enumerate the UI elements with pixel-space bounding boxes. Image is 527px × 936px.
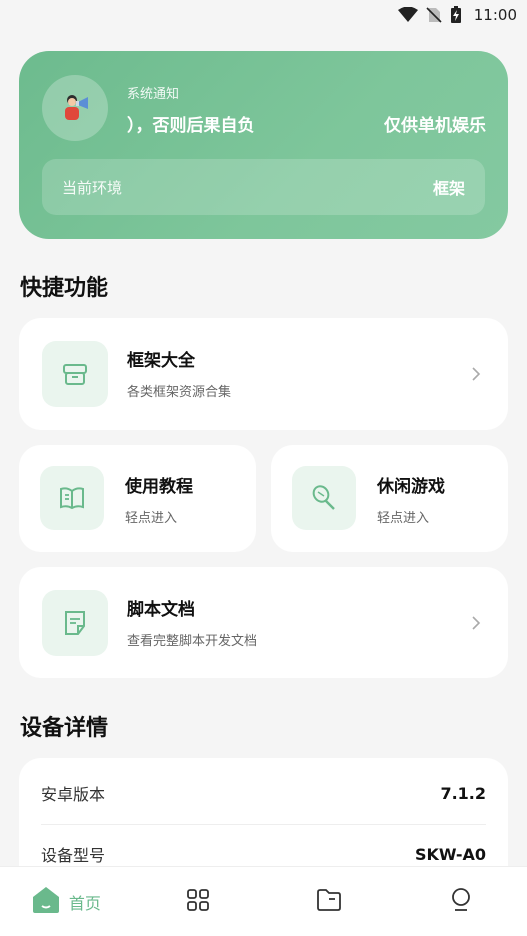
status-bar: 11:00 <box>0 0 527 30</box>
env-value: 框架 <box>432 179 465 198</box>
games-subtitle: 轻点进入 <box>377 511 430 526</box>
games-card[interactable]: 休闲游戏 轻点进入 <box>271 445 508 552</box>
android-version-label: 安卓版本 <box>41 785 106 804</box>
chevron-right-icon <box>470 367 482 381</box>
system-notice-card[interactable]: 系统通知 ），否则后果自负 仅供单机娱乐 当前环境 框架 <box>19 51 508 239</box>
battery-charging-icon <box>450 6 462 24</box>
notice-text-left: ），否则后果自负 <box>127 116 255 136</box>
tab-files[interactable] <box>264 867 396 936</box>
book-icon <box>40 466 104 530</box>
tab-apps[interactable] <box>132 867 264 936</box>
framework-collection-card[interactable]: 框架大全 各类框架资源合集 <box>19 318 508 430</box>
android-version-value: 7.1.2 <box>440 783 486 803</box>
megaphone-avatar <box>42 75 108 141</box>
script-docs-card[interactable]: 脚本文档 查看完整脚本开发文档 <box>19 567 508 678</box>
android-version-row: 安卓版本 7.1.2 <box>41 760 486 826</box>
device-model-value: SKW-A0 <box>414 844 486 864</box>
bottom-tab-bar: 首页 <box>0 866 527 936</box>
archive-box-icon <box>42 341 108 407</box>
notice-text-right: 仅供单机娱乐 <box>384 116 486 136</box>
wifi-icon <box>397 7 418 23</box>
current-environment-bar[interactable]: 当前环境 框架 <box>42 159 485 215</box>
tennis-racket-icon <box>292 466 356 530</box>
notice-marquee-text: ），否则后果自负 仅供单机娱乐 <box>127 111 486 136</box>
profile-icon <box>449 887 473 917</box>
tutorial-card[interactable]: 使用教程 轻点进入 <box>19 445 256 552</box>
clock: 11:00 <box>473 6 517 24</box>
quick-functions-title: 快捷功能 <box>20 276 109 301</box>
tab-profile[interactable] <box>395 867 527 936</box>
device-details-title: 设备详情 <box>20 716 109 741</box>
tab-home[interactable]: 首页 <box>0 867 132 936</box>
framework-title: 框架大全 <box>127 351 195 371</box>
no-sim-icon <box>426 7 442 23</box>
framework-subtitle: 各类框架资源合集 <box>127 385 232 400</box>
grid-icon <box>186 888 210 916</box>
tutorial-title: 使用教程 <box>125 477 193 497</box>
games-title: 休闲游戏 <box>377 477 445 497</box>
document-icon <box>42 590 108 656</box>
tab-home-label: 首页 <box>68 893 101 913</box>
megaphone-person-icon <box>65 95 88 120</box>
device-model-label: 设备型号 <box>41 846 106 865</box>
docs-subtitle: 查看完整脚本开发文档 <box>127 634 258 649</box>
chevron-right-icon <box>470 616 482 630</box>
notice-label: 系统通知 <box>127 87 180 102</box>
env-label: 当前环境 <box>62 178 123 197</box>
folder-icon <box>316 888 342 916</box>
docs-title: 脚本文档 <box>127 600 195 620</box>
tutorial-subtitle: 轻点进入 <box>125 511 178 526</box>
home-icon <box>31 885 61 919</box>
